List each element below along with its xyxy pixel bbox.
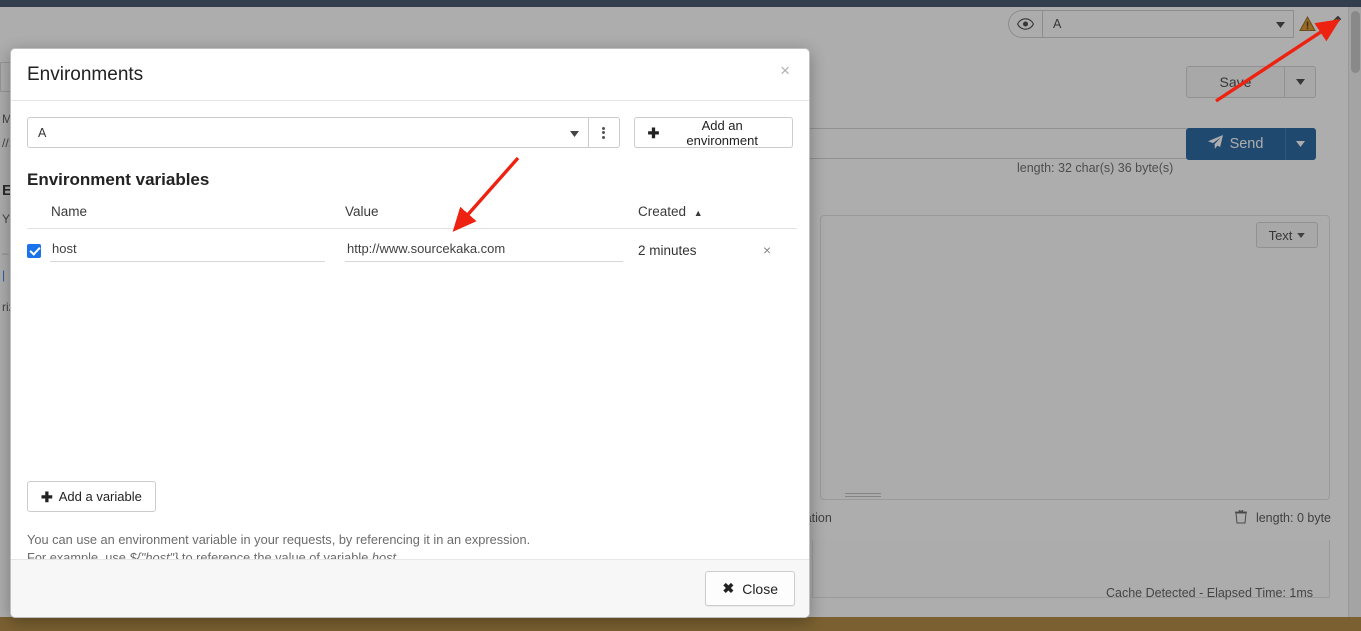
kebab-menu-icon[interactable] xyxy=(589,117,620,148)
help-expression-example: ${"host"} xyxy=(129,550,178,559)
variable-created-label: 2 minutes xyxy=(638,229,763,263)
variable-value-input[interactable] xyxy=(345,239,623,262)
dialog-footer: ✖ Close xyxy=(11,559,809,617)
close-button-label: Close xyxy=(742,581,778,597)
column-header-created-label: Created xyxy=(638,204,686,219)
variable-name-input[interactable] xyxy=(50,239,325,262)
help-line-1: You can use an environment variable in y… xyxy=(27,531,530,549)
table-header-row: Name Value Created ▲ xyxy=(27,204,797,229)
dialog-title: Environments xyxy=(27,64,143,86)
add-variable-label: Add a variable xyxy=(59,489,142,504)
column-header-name[interactable]: Name xyxy=(27,204,345,229)
help-line-2-suffix: . xyxy=(396,550,400,559)
variable-enabled-checkbox[interactable] xyxy=(27,244,41,258)
environment-picker-row: A ✚ Add an environment xyxy=(27,117,793,148)
sort-ascending-icon: ▲ xyxy=(694,208,703,218)
chevron-down-icon xyxy=(570,126,579,140)
column-header-created[interactable]: Created ▲ xyxy=(638,204,763,229)
dialog-header: Environments × xyxy=(11,49,809,101)
dialog-body: A ✚ Add an environment Environment varia… xyxy=(11,101,809,559)
close-x-icon: ✖ xyxy=(722,580,734,597)
environment-dropdown[interactable]: A xyxy=(27,117,589,148)
remove-variable-button[interactable]: × xyxy=(763,242,771,258)
help-variable-name: host xyxy=(372,550,396,559)
environments-dialog: Environments × A ✚ Add an environment En… xyxy=(10,48,810,618)
add-variable-button[interactable]: ✚ Add a variable xyxy=(27,481,156,512)
environment-dropdown-value: A xyxy=(38,126,46,140)
cell-name xyxy=(27,229,345,263)
environment-variables-table: Name Value Created ▲ xyxy=(27,204,797,262)
section-title-environment-variables: Environment variables xyxy=(27,170,793,190)
column-header-value[interactable]: Value xyxy=(345,204,638,229)
table-row: 2 minutes × xyxy=(27,229,797,263)
add-environment-button[interactable]: ✚ Add an environment xyxy=(634,117,793,148)
cell-value xyxy=(345,229,638,263)
plus-icon: ✚ xyxy=(41,490,53,504)
help-line-2: For example, use ${"host"} to reference … xyxy=(27,549,530,559)
close-button[interactable]: ✖ Close xyxy=(705,571,795,606)
help-line-2-prefix: For example, use xyxy=(27,550,129,559)
help-text: You can use an environment variable in y… xyxy=(27,531,530,559)
column-header-actions xyxy=(763,204,797,229)
kebab-dots xyxy=(602,125,605,140)
plus-icon: ✚ xyxy=(648,126,660,140)
help-line-2-middle: to reference the value of variable xyxy=(178,550,372,559)
add-environment-label: Add an environment xyxy=(665,118,779,148)
dialog-close-icon[interactable]: × xyxy=(774,61,796,80)
